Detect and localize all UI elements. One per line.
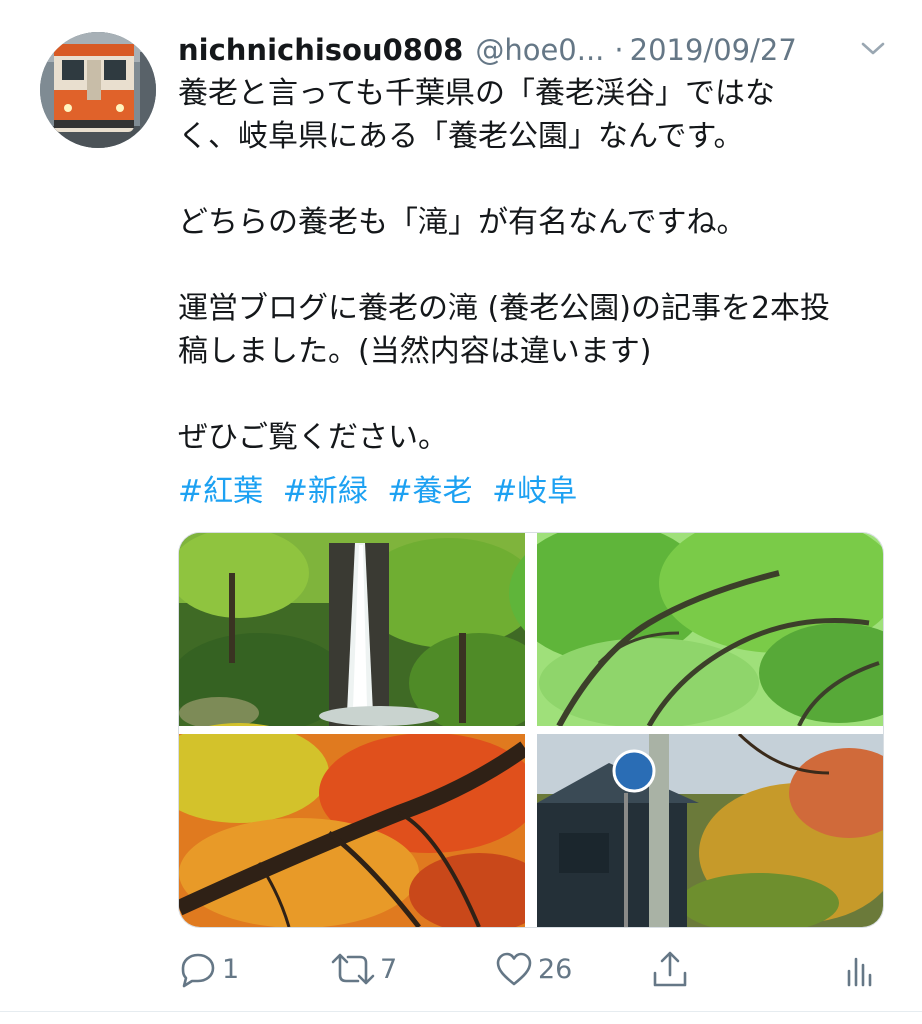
hashtag-list: #紅葉 #新緑 #養老 #岐阜 — [178, 470, 587, 513]
reply-count: 1 — [222, 953, 240, 985]
reply-icon — [181, 953, 215, 988]
tweet-text: 養老と言っても千葉県の「養老渓谷」ではな く、岐阜県にある「養老公園」なんです。… — [178, 72, 888, 459]
tweet-text-line — [178, 158, 888, 201]
analytics-icon — [847, 957, 872, 987]
retweet-button[interactable]: 7 — [330, 944, 397, 994]
analytics-button[interactable] — [844, 944, 874, 994]
tweet-text-line: く、岐阜県にある「養老公園」なんです。 — [178, 119, 744, 154]
tweet-text-line: どちらの養老も「滝」が有名なんですね。 — [178, 205, 747, 240]
tweet-text-line: ぜひご覧ください。 — [178, 420, 448, 455]
hashtag-link[interactable]: #紅葉 — [178, 474, 263, 509]
display-name[interactable]: nichnichisou0808 — [178, 33, 463, 67]
tweet[interactable]: nichnichisou0808 @hoe0... · 2019/09/27 養… — [0, 0, 922, 1024]
train-avatar-image — [40, 32, 156, 148]
photo-autumn-maple[interactable] — [179, 723, 549, 927]
tweet-divider — [0, 1011, 922, 1012]
media-grid[interactable] — [178, 532, 884, 928]
like-count: 26 — [538, 953, 573, 985]
retweet-icon — [331, 953, 375, 985]
tweet-text-line: 稿しました。(当然内容は違います) — [178, 334, 652, 369]
tweet-header: nichnichisou0808 @hoe0... · 2019/09/27 — [178, 26, 888, 74]
tweet-date[interactable]: 2019/09/27 — [630, 33, 797, 67]
avatar[interactable] — [40, 32, 156, 148]
photo-autumn-road-sign[interactable] — [537, 732, 883, 927]
retweet-count: 7 — [380, 953, 398, 985]
hashtag-link[interactable]: #新緑 — [283, 474, 368, 509]
user-handle[interactable]: @hoe0... — [475, 33, 604, 67]
tweet-text-line: 運営ブログに養老の滝 (養老公園)の記事を2本投 — [178, 291, 831, 326]
share-icon — [653, 951, 687, 987]
hashtag-link[interactable]: #養老 — [387, 474, 472, 509]
separator-dot: · — [614, 33, 624, 67]
photo-waterfall[interactable] — [179, 533, 549, 733]
tweet-text-line — [178, 373, 888, 416]
photo-green-maples[interactable] — [509, 533, 883, 728]
hashtag-link[interactable]: #岐阜 — [492, 474, 577, 509]
tweet-text-line: 養老と言っても千葉県の「養老渓谷」ではな — [178, 76, 775, 111]
chevron-down-icon[interactable] — [860, 38, 886, 58]
tweet-actions: 1 7 26 — [178, 944, 888, 994]
share-button[interactable] — [650, 944, 690, 994]
tweet-text-line — [178, 244, 888, 287]
like-button[interactable]: 26 — [494, 944, 572, 994]
reply-button[interactable]: 1 — [178, 944, 239, 994]
heart-icon — [496, 952, 532, 986]
